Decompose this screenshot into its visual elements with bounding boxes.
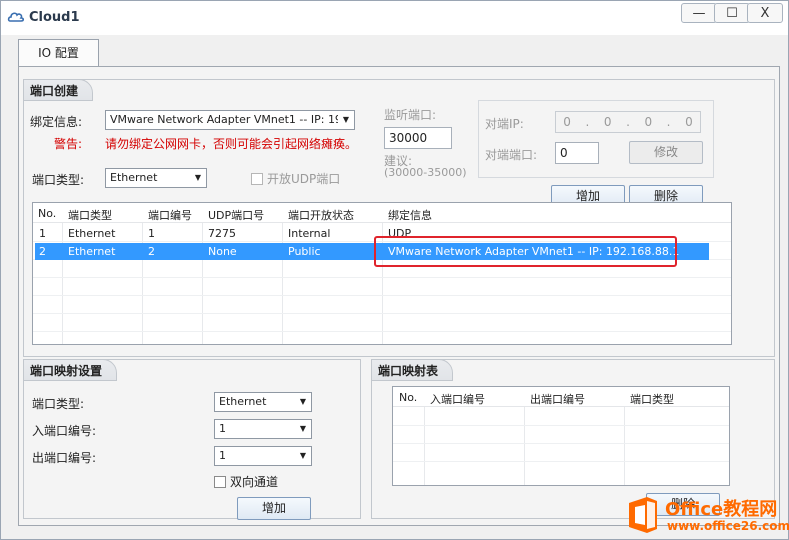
cloud1-window: Cloud1 — ☐ X IO 配置 端口创建 绑定信息: VMware Net…	[0, 0, 789, 540]
mapping-port-type-value: Ethernet	[219, 395, 267, 408]
bidirectional-label: 双向通道	[230, 475, 279, 489]
table-row-2-status[interactable]: Public	[288, 245, 321, 258]
table-row-1-udp[interactable]: 7275	[208, 227, 236, 240]
peer-ip-input[interactable]: 0. 0. 0. 0	[555, 111, 701, 133]
table-row-1-type[interactable]: Ethernet	[68, 227, 115, 240]
highlight-box	[374, 236, 677, 267]
header-open-status: 端口开放状态	[288, 209, 354, 222]
bind-info-label: 绑定信息:	[30, 115, 83, 129]
table-row-1-status[interactable]: Internal	[288, 227, 330, 240]
window-title: Cloud1	[29, 10, 80, 25]
maximize-button[interactable]: ☐	[714, 3, 750, 23]
warning-text: 请勿绑定公网网卡，否则可能会引起网络瘫痪。	[105, 137, 358, 151]
close-button[interactable]: X	[747, 3, 783, 23]
warning-label: 警告:	[54, 137, 83, 151]
table-row-1-number[interactable]: 1	[148, 227, 155, 240]
cloud-app-icon	[7, 12, 25, 22]
header-port-number: 端口编号	[148, 209, 192, 222]
udp-port-checkbox[interactable]: 开放UDP端口	[251, 170, 340, 187]
watermark-brand: Office教程网	[665, 499, 778, 520]
udp-port-label: 开放UDP端口	[267, 172, 341, 186]
listen-port-label: 监听端口:	[384, 108, 437, 122]
office-logo-icon	[629, 497, 657, 533]
table-row-2-type[interactable]: Ethernet	[68, 245, 115, 258]
port-create-group: 端口创建 绑定信息: VMware Network Adapter VMnet1…	[23, 79, 775, 357]
mapping-port-type-label: 端口类型:	[32, 397, 85, 411]
peer-port-label: 对端端口:	[485, 148, 538, 162]
port-mapping-table[interactable]: No. 入端口编号 出端口编号 端口类型	[392, 386, 730, 486]
peer-ip-octet-4: 0	[685, 115, 693, 129]
add-mapping-button[interactable]: 增加	[237, 497, 311, 520]
mapping-header-no: No.	[399, 391, 418, 404]
chevron-down-icon: ▼	[338, 111, 354, 129]
out-port-select[interactable]: 1 ▼	[214, 446, 312, 466]
out-port-value: 1	[219, 449, 226, 462]
table-row-2-no[interactable]: 2	[39, 245, 46, 258]
chevron-down-icon: ▼	[295, 420, 311, 438]
table-row-1-no[interactable]: 1	[39, 227, 46, 240]
table-row-2-number[interactable]: 2	[148, 245, 155, 258]
header-bind-info: 绑定信息	[388, 209, 432, 222]
port-table[interactable]: No. 端口类型 端口编号 UDP端口号 端口开放状态 绑定信息 1 Ether…	[32, 202, 732, 345]
bind-info-select[interactable]: VMware Network Adapter VMnet1 -- IP: 192…	[105, 110, 355, 130]
in-port-label: 入端口编号:	[32, 424, 97, 438]
port-create-title: 端口创建	[23, 79, 94, 101]
port-type-select[interactable]: Ethernet ▼	[105, 168, 207, 188]
maximize-icon: ☐	[726, 5, 738, 21]
port-type-value: Ethernet	[110, 171, 158, 184]
listen-port-input[interactable]: 30000	[384, 127, 452, 149]
mapping-header-in-port: 入端口编号	[430, 393, 485, 406]
out-port-label: 出端口编号:	[32, 451, 97, 465]
peer-ip-octet-2: 0	[603, 115, 612, 129]
checkbox-icon	[214, 475, 226, 488]
title-bar: Cloud1 — ☐ X	[1, 1, 788, 35]
mapping-header-out-port: 出端口编号	[530, 393, 585, 406]
peer-ip-octet-3: 0	[644, 115, 653, 129]
peer-ip-label: 对端IP:	[485, 117, 524, 131]
port-table-header	[33, 203, 731, 223]
port-mapping-table-title: 端口映射表	[371, 359, 454, 381]
watermark-url: www.office26.com	[667, 519, 789, 533]
suggest-range: (30000-35000)	[384, 166, 467, 179]
tab-io-config[interactable]: IO 配置	[18, 39, 99, 67]
peer-port-input[interactable]: 0	[555, 142, 599, 164]
checkbox-icon	[251, 172, 263, 185]
peer-settings-box: 对端IP: 0. 0. 0. 0 对端端口: 0 修改	[478, 100, 714, 178]
modify-button[interactable]: 修改	[629, 141, 703, 164]
mapping-port-type-select[interactable]: Ethernet ▼	[214, 392, 312, 412]
header-udp-port: UDP端口号	[208, 209, 265, 222]
header-no: No.	[38, 207, 57, 220]
table-row-2-udp[interactable]: None	[208, 245, 237, 258]
port-mapping-settings-title: 端口映射设置	[23, 359, 118, 381]
header-port-type: 端口类型	[68, 209, 112, 222]
port-mapping-settings-group: 端口映射设置 端口类型: Ethernet ▼ 入端口编号: 1 ▼ 出端口编号…	[23, 359, 361, 520]
minimize-icon: —	[692, 5, 706, 21]
watermark-logo: Office教程网 www.office26.com	[623, 493, 789, 539]
port-type-label: 端口类型:	[32, 173, 85, 187]
chevron-down-icon: ▼	[295, 393, 311, 411]
chevron-down-icon: ▼	[295, 447, 311, 465]
io-config-panel: 端口创建 绑定信息: VMware Network Adapter VMnet1…	[18, 66, 780, 526]
minimize-button[interactable]: —	[681, 3, 717, 23]
bind-info-value: VMware Network Adapter VMnet1 -- IP: 192…	[110, 113, 355, 126]
peer-ip-octet-1: 0	[563, 115, 571, 129]
in-port-select[interactable]: 1 ▼	[214, 419, 312, 439]
close-icon: X	[760, 5, 770, 21]
chevron-down-icon: ▼	[190, 169, 206, 187]
in-port-value: 1	[219, 422, 226, 435]
mapping-header-port-type: 端口类型	[630, 393, 674, 406]
bidirectional-checkbox[interactable]: 双向通道	[214, 473, 278, 490]
